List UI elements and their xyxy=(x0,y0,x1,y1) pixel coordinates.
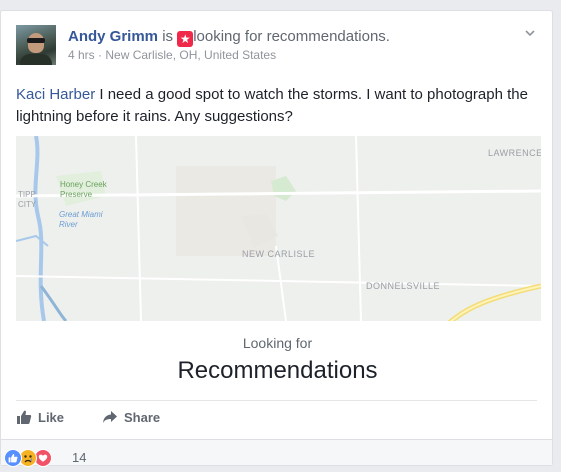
actions-divider xyxy=(16,400,537,401)
is-text: is xyxy=(162,28,174,45)
post-location-link[interactable]: New Carlisle, OH, United States xyxy=(105,48,276,62)
share-label: Share xyxy=(124,410,161,425)
map-label-donnelsville: DONNELSVILLE xyxy=(366,281,441,291)
like-label: Like xyxy=(38,410,65,425)
recommendation-star-icon: ★ xyxy=(177,31,194,47)
meta-separator: · xyxy=(98,48,103,62)
reaction-count[interactable]: 14 xyxy=(72,449,86,467)
post-title-line: Andy Grimm is ★ looking for recommendatio… xyxy=(68,28,390,47)
post-options-chevron-icon[interactable] xyxy=(523,27,537,41)
post-card: Andy Grimm is ★ looking for recommendatio… xyxy=(0,10,553,467)
like-button[interactable]: Like xyxy=(16,407,64,429)
post-meta: 4 hrs · New Carlisle, OH, United States xyxy=(68,48,276,62)
author-avatar[interactable] xyxy=(16,25,56,65)
recommendation-title: Recommendations xyxy=(177,357,378,384)
map-label-honey-creek: Honey Creek Preserve xyxy=(60,180,107,199)
share-arrow-icon xyxy=(103,411,117,423)
map-label-lawrenceville: LAWRENCE xyxy=(488,148,541,158)
post-body: Kaci Harber I need a good spot to watch … xyxy=(16,84,536,128)
like-icon xyxy=(4,449,22,467)
post-header: Andy Grimm is ★ looking for recommendatio… xyxy=(16,25,537,71)
mention-link[interactable]: Kaci Harber xyxy=(16,86,95,103)
author-name-link[interactable]: Andy Grimm xyxy=(68,28,158,45)
reactions-bar: 14 xyxy=(1,439,552,467)
thumbs-up-icon xyxy=(17,410,32,424)
map-label-tipp-city: TIPP CITY xyxy=(18,190,37,209)
share-button[interactable]: Share xyxy=(102,407,160,429)
recommendation-subtitle: Looking for xyxy=(242,335,313,351)
post-timestamp[interactable]: 4 hrs xyxy=(68,48,95,62)
location-map[interactable]: LAWRENCE TIPP CITY Honey Creek Preserve … xyxy=(16,136,541,321)
map-label-new-carlisle: NEW CARLISLE xyxy=(242,249,316,259)
map-label-river: Great Miami River xyxy=(59,210,103,229)
activity-text: looking for recommendations. xyxy=(193,28,390,45)
